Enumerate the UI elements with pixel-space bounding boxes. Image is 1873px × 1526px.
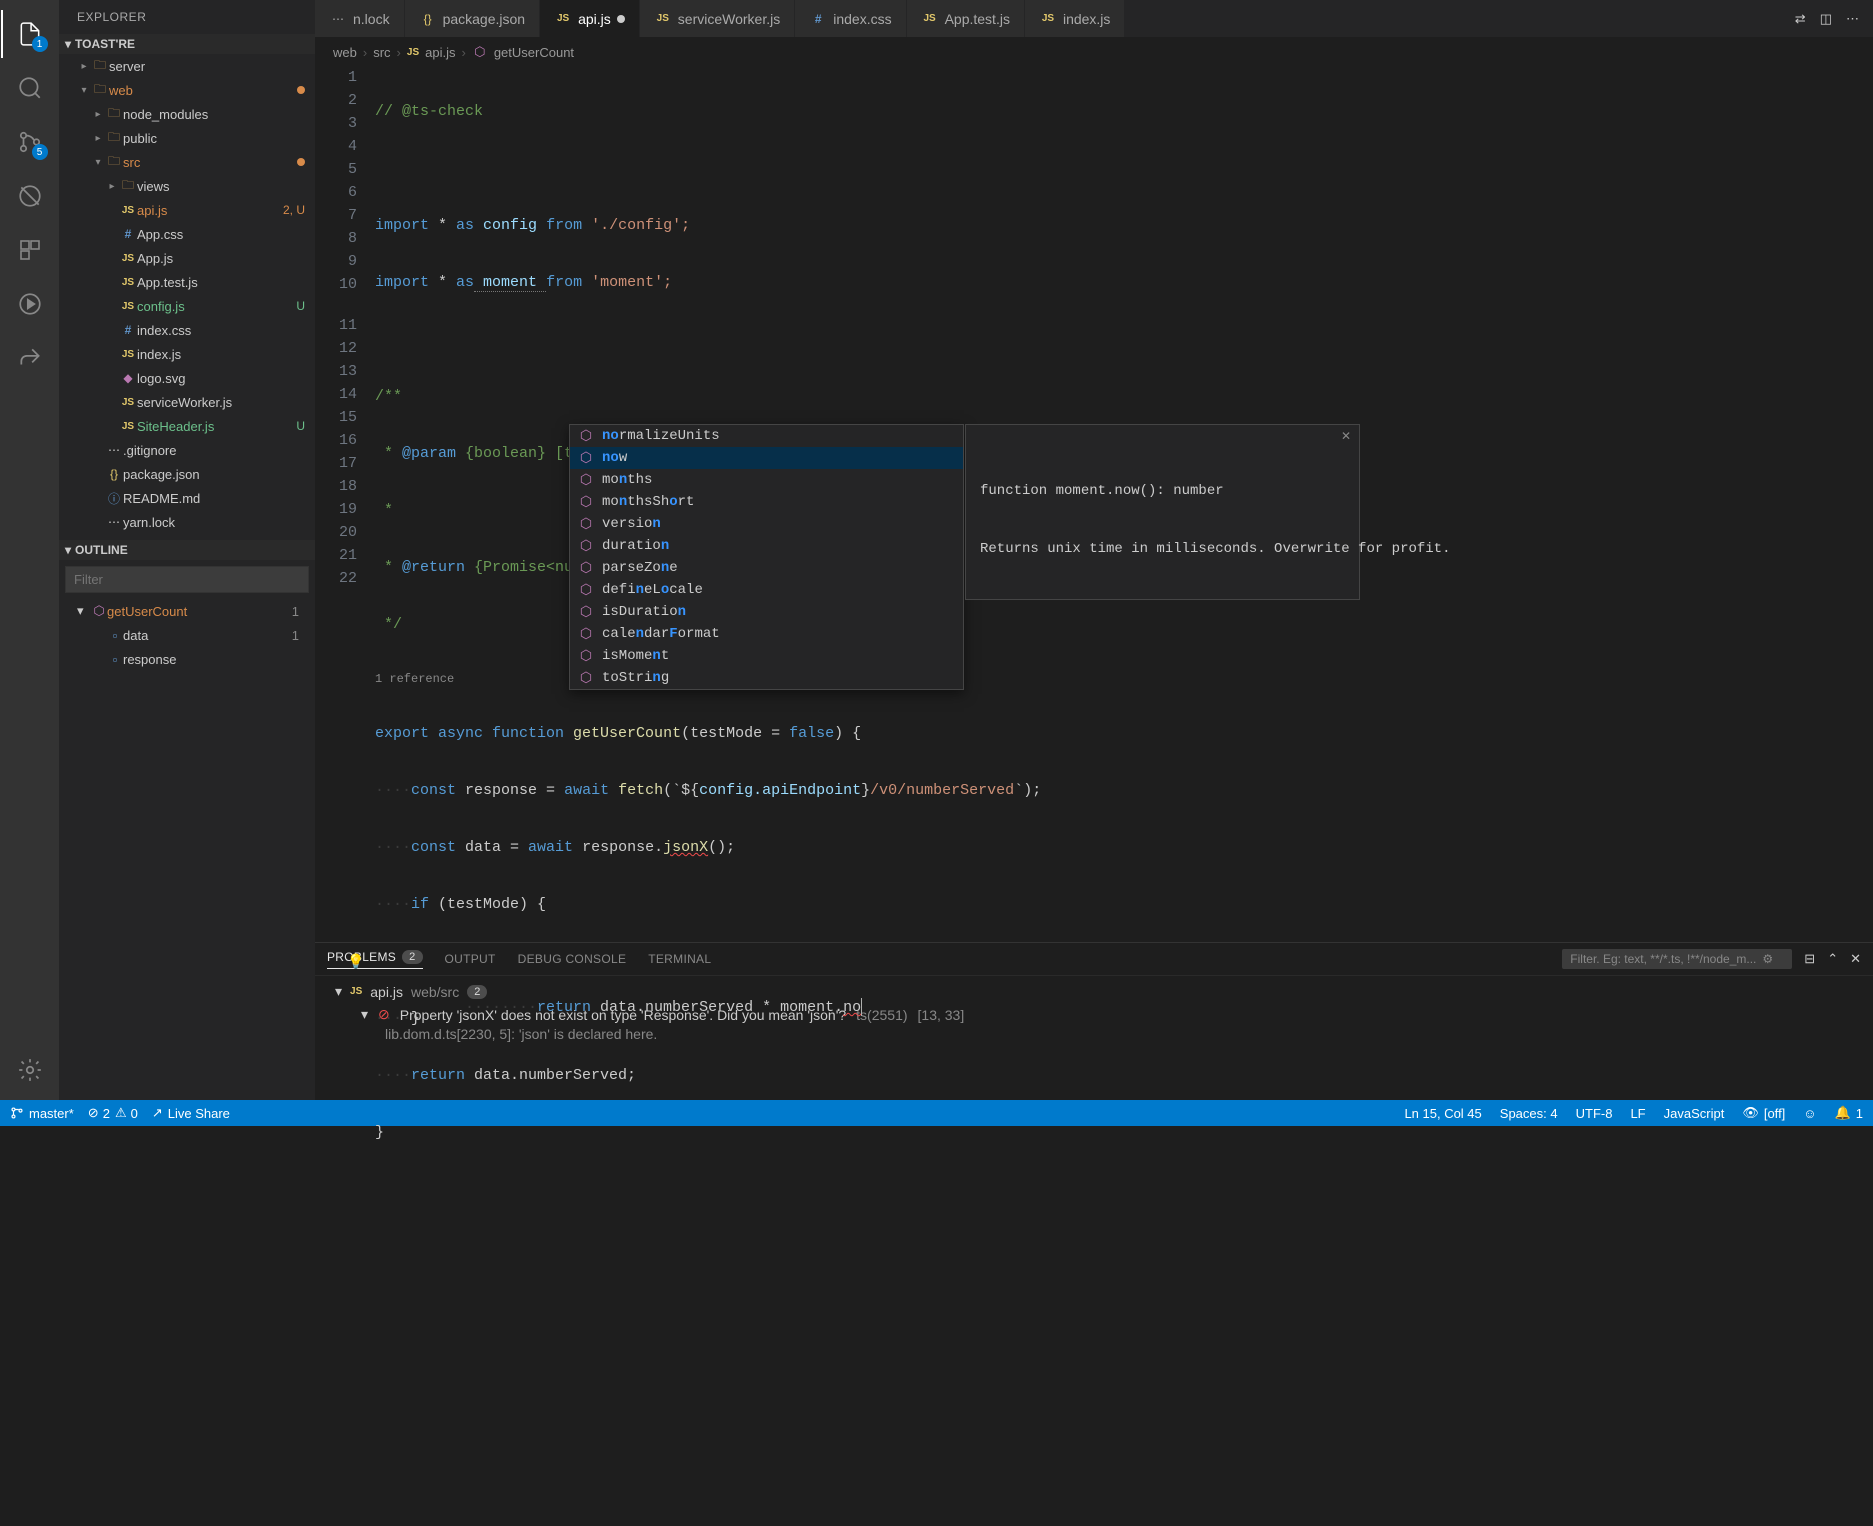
- suggest-item[interactable]: ⬡toString: [570, 667, 963, 689]
- tree-item[interactable]: JSconfig.jsU: [59, 294, 315, 318]
- scm-badge: 5: [32, 144, 48, 160]
- suggest-item[interactable]: ⬡normalizeUnits: [570, 425, 963, 447]
- more-icon[interactable]: ⋯: [1846, 11, 1859, 27]
- chevron-down-icon: [65, 543, 71, 557]
- tree-item[interactable]: JSSiteHeader.jsU: [59, 414, 315, 438]
- sidebar-title: EXPLORER: [59, 0, 315, 34]
- tab-bar: ⋯n.lock{}package.jsonJSapi.jsJSserviceWo…: [315, 0, 1873, 38]
- activity-scm[interactable]: 5: [6, 118, 54, 166]
- status-problems[interactable]: ⊘ 2 ⚠ 0: [88, 1105, 138, 1121]
- editor-tab[interactable]: JSApp.test.js: [907, 0, 1025, 37]
- section-outline[interactable]: OUTLINE: [59, 540, 315, 560]
- chevron-down-icon: [361, 1006, 368, 1023]
- suggest-widget[interactable]: ⬡normalizeUnits⬡now⬡months⬡monthsShort⬡v…: [569, 424, 964, 690]
- editor-tab[interactable]: {}package.json: [405, 0, 541, 37]
- suggest-doc: ✕ function moment.now(): number Returns …: [965, 424, 1360, 600]
- outline-item[interactable]: ▫response: [59, 647, 315, 671]
- activity-explorer[interactable]: 1: [6, 10, 54, 58]
- tree-item[interactable]: 🗀server: [59, 54, 315, 78]
- outline-item[interactable]: ⬡getUserCount1: [59, 599, 315, 623]
- chevron-down-icon: [65, 37, 71, 51]
- sidebar: EXPLORER TOAST'RE 🗀server🗀web🗀node_modul…: [59, 0, 315, 1100]
- outline-item[interactable]: ▫data1: [59, 623, 315, 647]
- chevron-down-icon: [335, 983, 342, 1000]
- tree-item[interactable]: JSindex.js: [59, 342, 315, 366]
- tree-item[interactable]: 🗀public: [59, 126, 315, 150]
- explorer-badge: 1: [32, 36, 48, 52]
- tree-item[interactable]: #App.css: [59, 222, 315, 246]
- tree-item[interactable]: ◆logo.svg: [59, 366, 315, 390]
- editor-tab[interactable]: JSserviceWorker.js: [640, 0, 795, 37]
- outline-tree: ⬡getUserCount1▫data1▫response: [59, 599, 315, 1100]
- breadcrumb[interactable]: web›src›JSapi.js›⬡getUserCount: [315, 38, 1873, 66]
- suggest-item[interactable]: ⬡isMoment: [570, 645, 963, 667]
- compare-icon[interactable]: ⇄: [1795, 11, 1806, 27]
- editor[interactable]: 12345678910111213141516171819202122 // @…: [315, 66, 1873, 942]
- activity-extensions[interactable]: [6, 226, 54, 274]
- tree-item[interactable]: JSserviceWorker.js: [59, 390, 315, 414]
- activity-run[interactable]: [6, 280, 54, 328]
- tree-item[interactable]: JSApp.test.js: [59, 270, 315, 294]
- suggest-item[interactable]: ⬡duration: [570, 535, 963, 557]
- tree-item[interactable]: {}package.json: [59, 462, 315, 486]
- status-liveshare[interactable]: ↗ Live Share: [152, 1105, 230, 1121]
- gutter: 12345678910111213141516171819202122: [315, 66, 375, 942]
- suggest-item[interactable]: ⬡calendarFormat: [570, 623, 963, 645]
- tree-item[interactable]: 🗀node_modules: [59, 102, 315, 126]
- suggest-item[interactable]: ⬡monthsShort: [570, 491, 963, 513]
- activity-liveshare[interactable]: [6, 334, 54, 382]
- editor-tab[interactable]: #index.css: [795, 0, 906, 37]
- editor-tab[interactable]: JSapi.js: [540, 0, 640, 37]
- suggest-item[interactable]: ⬡months: [570, 469, 963, 491]
- dirty-indicator: [617, 15, 625, 23]
- tree-item[interactable]: 🗀src: [59, 150, 315, 174]
- tree-item[interactable]: ⋯.gitignore: [59, 438, 315, 462]
- suggest-item[interactable]: ⬡now: [570, 447, 963, 469]
- outline-filter-input[interactable]: [66, 567, 308, 592]
- activity-bar: 1 5: [0, 0, 59, 1100]
- tree-item[interactable]: ⋯yarn.lock: [59, 510, 315, 534]
- close-icon[interactable]: ✕: [1341, 429, 1351, 444]
- tree-item[interactable]: ⓘREADME.md: [59, 486, 315, 510]
- suggest-item[interactable]: ⬡isDuration: [570, 601, 963, 623]
- activity-settings[interactable]: [6, 1046, 54, 1094]
- lightbulb-icon[interactable]: 💡: [347, 952, 364, 975]
- split-icon[interactable]: ◫: [1820, 11, 1832, 27]
- editor-group: ⋯n.lock{}package.jsonJSapi.jsJSserviceWo…: [315, 0, 1873, 1100]
- tree-item[interactable]: JSapi.js2, U: [59, 198, 315, 222]
- suggest-item[interactable]: ⬡version: [570, 513, 963, 535]
- share-icon: ↗: [152, 1105, 163, 1121]
- activity-search[interactable]: [6, 64, 54, 112]
- suggest-item[interactable]: ⬡defineLocale: [570, 579, 963, 601]
- activity-debug[interactable]: [6, 172, 54, 220]
- suggest-item[interactable]: ⬡parseZone: [570, 557, 963, 579]
- text-cursor: [861, 998, 862, 1016]
- status-branch[interactable]: master*: [10, 1106, 74, 1121]
- tree-item[interactable]: 🗀web: [59, 78, 315, 102]
- outline-filter[interactable]: [65, 566, 309, 593]
- js-icon: JS: [350, 986, 362, 997]
- tree-item[interactable]: #index.css: [59, 318, 315, 342]
- tree-item[interactable]: JSApp.js: [59, 246, 315, 270]
- tree-item[interactable]: 🗀views: [59, 174, 315, 198]
- file-tree: 🗀server🗀web🗀node_modules🗀public🗀src🗀view…: [59, 54, 315, 534]
- code-area[interactable]: // @ts-check import * as config from './…: [375, 66, 1873, 942]
- editor-tab[interactable]: ⋯n.lock: [315, 0, 405, 37]
- editor-tab[interactable]: JSindex.js: [1025, 0, 1125, 37]
- section-workspace[interactable]: TOAST'RE: [59, 34, 315, 54]
